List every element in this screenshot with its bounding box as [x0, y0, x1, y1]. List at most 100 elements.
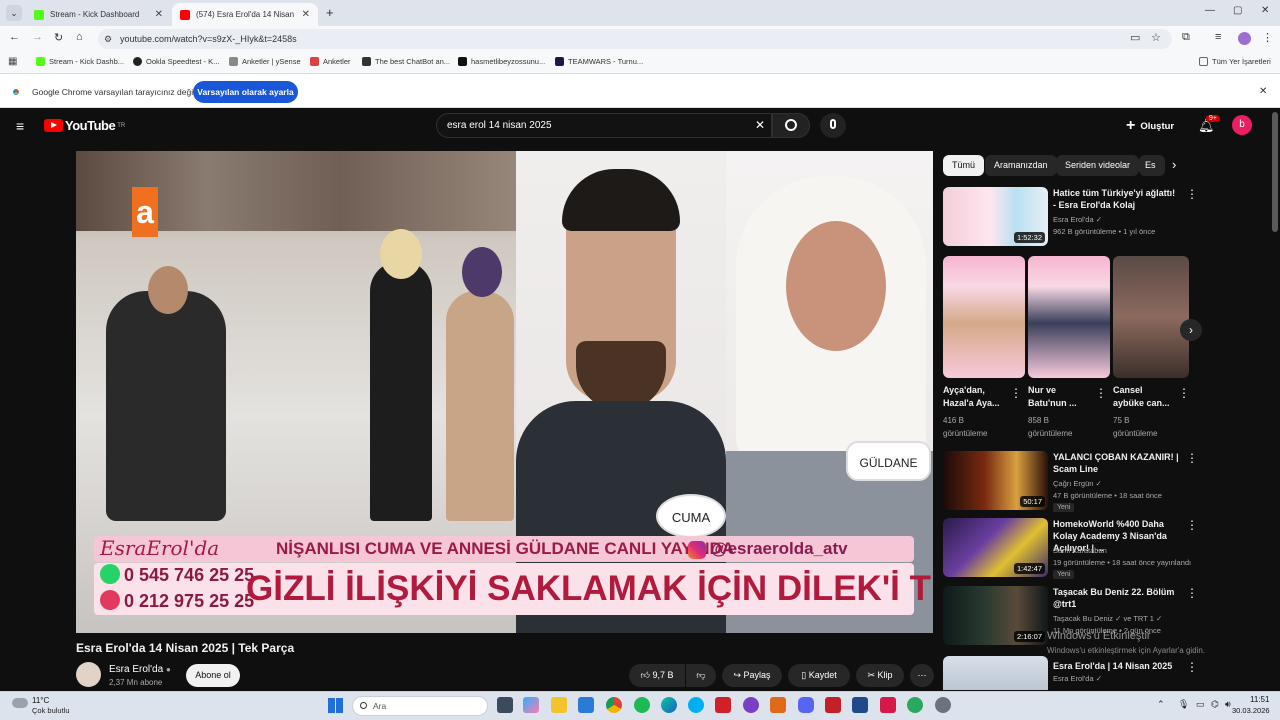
- display-tray-icon[interactable]: ▭: [1196, 699, 1205, 710]
- menu-icon[interactable]: ≡: [16, 118, 24, 134]
- apps-icon[interactable]: ▦: [8, 56, 17, 67]
- chrome-icon[interactable]: [606, 697, 622, 713]
- app-red-icon[interactable]: [715, 697, 731, 713]
- bookmark-item[interactable]: Anketler: [310, 57, 351, 66]
- more-vert-icon[interactable]: ⋮: [1178, 386, 1190, 400]
- tab-search-button[interactable]: ⌄: [6, 5, 22, 21]
- playlist-thumbnail[interactable]: [943, 656, 1048, 690]
- app-green-icon[interactable]: [907, 697, 923, 713]
- store-icon[interactable]: [578, 697, 594, 713]
- video-player[interactable]: a CUMA GÜLDANE EsraErol'da NİŞANLISI CUM…: [76, 151, 933, 633]
- tab-youtube[interactable]: (574) Esra Erol'da 14 Nisan 2025 ✕: [172, 3, 318, 26]
- more-vert-icon[interactable]: ⋮: [1186, 187, 1198, 201]
- set-default-button[interactable]: Varsayılan olarak ayarla: [193, 81, 298, 103]
- bookmark-item[interactable]: Anketler | ySense: [229, 57, 301, 66]
- bookmark-item[interactable]: TEAMWARS - Turnu...: [555, 57, 643, 66]
- clock-time[interactable]: 11:51: [1250, 695, 1269, 704]
- related-video[interactable]: 1:52:32 Hatice tüm Türkiye'yi ağlattı! -…: [943, 187, 1243, 247]
- taskbar-search[interactable]: Ara: [352, 696, 488, 716]
- cast-icon[interactable]: ▭: [1130, 31, 1140, 44]
- weather-temp[interactable]: 11°C: [32, 696, 49, 705]
- account-avatar[interactable]: b: [1232, 115, 1252, 135]
- maximize-icon[interactable]: ▢: [1233, 5, 1242, 16]
- channel-avatar[interactable]: [76, 662, 101, 687]
- search-input[interactable]: esra erol 14 nisan 2025: [436, 113, 772, 138]
- search-button[interactable]: [772, 113, 810, 138]
- bookmark-item[interactable]: Ookla Speedtest - K...: [133, 57, 219, 66]
- video-thumbnail[interactable]: 50:17: [943, 451, 1048, 510]
- close-icon[interactable]: ✕: [155, 9, 163, 20]
- create-button[interactable]: + Oluştur: [1126, 114, 1174, 138]
- discord-icon[interactable]: [798, 697, 814, 713]
- app-red2-icon[interactable]: [825, 697, 841, 713]
- close-icon[interactable]: ✕: [302, 9, 310, 20]
- subscribe-button[interactable]: Abone ol: [186, 664, 240, 687]
- bookmark-star-icon[interactable]: ☆: [1151, 31, 1161, 44]
- window-close-icon[interactable]: ✕: [1261, 5, 1269, 16]
- scrollbar[interactable]: [1272, 112, 1278, 232]
- short-thumbnail[interactable]: [1113, 256, 1189, 378]
- edge-icon[interactable]: [661, 697, 677, 713]
- settings-gear-icon[interactable]: [935, 697, 951, 713]
- chip-esra[interactable]: Es: [1139, 155, 1165, 176]
- related-video[interactable]: 1:42:47 HomekoWorld %400 Daha Kolay Acad…: [943, 518, 1243, 580]
- infobar-close-icon[interactable]: ✕: [1259, 86, 1267, 97]
- minimize-icon[interactable]: —: [1205, 5, 1215, 16]
- youtube-logo[interactable]: YouTube TR: [44, 118, 125, 133]
- chip-next-icon[interactable]: ›: [1172, 157, 1176, 172]
- video-thumbnail[interactable]: 2:16:07: [943, 586, 1048, 645]
- bookmark-item[interactable]: Stream - Kick Dashb...: [36, 57, 124, 66]
- tray-chevron-icon[interactable]: ⌃: [1157, 699, 1165, 710]
- copilot-icon[interactable]: [523, 697, 539, 713]
- more-vert-icon[interactable]: ⋮: [1186, 586, 1198, 600]
- app-purple-icon[interactable]: [743, 697, 759, 713]
- app-orange-icon[interactable]: [770, 697, 786, 713]
- start-icon[interactable]: [328, 698, 343, 713]
- file-explorer-icon[interactable]: [551, 697, 567, 713]
- channel-name[interactable]: Esra Erol'da ●: [109, 664, 171, 675]
- home-icon[interactable]: ⌂: [76, 31, 83, 43]
- extensions-icon[interactable]: ⧉: [1182, 31, 1190, 44]
- spotify-icon[interactable]: [634, 697, 650, 713]
- clip-button[interactable]: ✂ Klip: [856, 664, 904, 687]
- more-vert-icon[interactable]: ⋮: [1186, 451, 1198, 465]
- save-button[interactable]: ▯ Kaydet: [788, 664, 850, 687]
- chip-all[interactable]: Tümü: [943, 155, 985, 176]
- volume-tray-icon[interactable]: 🔊︎: [1225, 699, 1231, 710]
- more-vert-icon[interactable]: ⋮: [1010, 386, 1022, 400]
- video-thumbnail[interactable]: 1:52:32: [943, 187, 1048, 246]
- new-tab-button[interactable]: +: [326, 5, 334, 20]
- shorts-next-button[interactable]: ›: [1180, 319, 1202, 341]
- app-pink-icon[interactable]: [880, 697, 896, 713]
- skype-icon[interactable]: [688, 697, 704, 713]
- more-actions-button[interactable]: ⋯: [910, 664, 934, 687]
- back-icon[interactable]: ←: [9, 31, 20, 43]
- forward-icon[interactable]: →: [32, 31, 43, 43]
- mic-tray-icon[interactable]: 🎙︎: [1178, 699, 1189, 710]
- app-blue-icon[interactable]: [852, 697, 868, 713]
- profile-avatar[interactable]: [1238, 32, 1251, 45]
- clear-search-icon[interactable]: ✕: [755, 118, 765, 132]
- media-icon[interactable]: ≡: [1215, 31, 1221, 43]
- more-vert-icon[interactable]: ⋮: [1186, 518, 1198, 532]
- task-view-icon[interactable]: [497, 697, 513, 713]
- share-button[interactable]: ↪ Paylaş: [722, 664, 782, 687]
- video-thumbnail[interactable]: 1:42:47: [943, 518, 1048, 577]
- short-thumbnail[interactable]: [943, 256, 1025, 378]
- chip-from-search[interactable]: Aramanızdan: [985, 155, 1057, 176]
- short-thumbnail[interactable]: [1028, 256, 1110, 378]
- more-vert-icon[interactable]: ⋮: [1186, 660, 1198, 674]
- more-icon[interactable]: ⋮: [1262, 31, 1273, 44]
- chip-series[interactable]: Seriden videolar: [1056, 155, 1140, 176]
- related-playlist[interactable]: Esra Erol'da | 14 Nisan 2025 Esra Erol'd…: [943, 656, 1243, 690]
- site-info-icon[interactable]: ⚙: [104, 34, 112, 45]
- network-tray-icon[interactable]: ⌬: [1211, 699, 1219, 710]
- all-bookmarks[interactable]: Tüm Yer İşaretleri: [1199, 57, 1271, 66]
- related-video[interactable]: 50:17 YALANCI ÇOBAN KAZANIR! | Scam Line…: [943, 451, 1243, 513]
- dislike-button[interactable]: 👎︎: [686, 664, 716, 687]
- address-bar[interactable]: youtube.com/watch?v=s9zX-_HIyk&t=2458s: [98, 29, 1172, 49]
- voice-search-button[interactable]: [820, 113, 846, 138]
- tab-kick[interactable]: Stream - Kick Dashboard ✕: [26, 3, 171, 26]
- bookmark-item[interactable]: hasmetlibeyzossunu...: [458, 57, 545, 66]
- more-vert-icon[interactable]: ⋮: [1095, 386, 1107, 400]
